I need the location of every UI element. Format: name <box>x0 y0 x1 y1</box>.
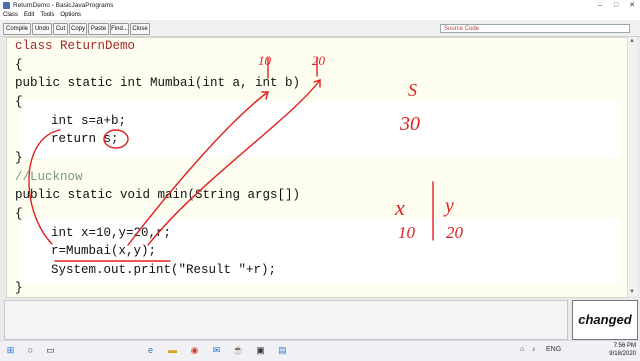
edge-icon[interactable]: e <box>144 344 157 357</box>
close-window-button[interactable]: ✕ <box>624 0 640 11</box>
code-editor[interactable]: class ReturnDemo { public static int Mum… <box>6 37 628 298</box>
code-line-return: return s; <box>51 132 119 146</box>
close-button[interactable]: Close <box>130 23 150 35</box>
network-icon[interactable]: ⌂ <box>520 346 524 353</box>
code-comment: //Lucknow <box>15 170 83 184</box>
toolbar: Compile Undo Cut Copy Paste Find... Clos… <box>0 21 640 37</box>
code-line-print: System.out.print("Result "+r); <box>51 263 277 277</box>
maximize-button[interactable]: □ <box>608 0 624 11</box>
mail-icon[interactable]: ✉ <box>210 344 223 357</box>
copy-button[interactable]: Copy <box>69 23 87 35</box>
code-line-call: r=Mumbai(x,y); <box>51 244 157 258</box>
code-line-declare: int x=10,y=20,r; <box>51 226 172 240</box>
menu-tools[interactable]: Tools <box>40 11 54 20</box>
menu-bar: Class Edit Tools Options <box>0 11 640 20</box>
menu-edit[interactable]: Edit <box>24 11 34 20</box>
minimize-button[interactable]: – <box>592 0 608 11</box>
menu-class[interactable]: Class <box>3 11 18 20</box>
message-area <box>4 300 568 340</box>
method-body-mumbai <box>21 102 619 158</box>
search-icon[interactable]: ○ <box>24 344 37 357</box>
title-bar: ReturnDemo - BasicJavaPrograms – □ ✕ <box>0 0 640 11</box>
lang-indicator[interactable]: ENG <box>546 346 561 353</box>
undo-button[interactable]: Undo <box>32 23 52 35</box>
windows-icon[interactable]: ⊞ <box>4 344 17 357</box>
changed-indicator: changed <box>572 300 638 340</box>
clock-date: 9/18/2020 <box>609 351 636 357</box>
code-line-sum: int s=a+b; <box>51 114 127 128</box>
clock-time: 7:56 PM <box>613 343 636 349</box>
clock[interactable]: 7:56 PM 9/18/2020 <box>609 342 636 358</box>
taskbar: ⊞ ○ ▭ e ▬ ◉ ✉ ☕ ▣ ▤ ⌂ ♪ ENG 7:56 PM 9/18… <box>0 340 640 361</box>
java-icon[interactable]: ☕ <box>232 344 245 357</box>
paste-button[interactable]: Paste <box>88 23 109 35</box>
window-controls: – □ ✕ <box>592 0 640 11</box>
speaker-icon[interactable]: ♪ <box>532 346 536 353</box>
scroll-down-icon[interactable]: ▼ <box>629 289 635 295</box>
code-line-main-signature: public static void main(String args[]) <box>15 188 301 202</box>
window-title: ReturnDemo - BasicJavaPrograms <box>13 2 114 9</box>
terminal-icon[interactable]: ▣ <box>254 344 267 357</box>
file-explorer-icon[interactable]: ▬ <box>166 344 179 357</box>
app-icon <box>3 2 10 9</box>
view-select[interactable]: Source Code <box>440 24 630 33</box>
editor-scrollbar[interactable]: ▲ ▼ <box>627 37 637 296</box>
code-line-brace: { <box>15 207 23 221</box>
find-button[interactable]: Find... <box>110 23 129 35</box>
menu-options[interactable]: Options <box>60 11 81 20</box>
code-line-brace: { <box>15 58 23 72</box>
code-line-brace: } <box>15 151 23 165</box>
task-view-icon[interactable]: ▭ <box>44 344 57 357</box>
code-line-brace: } <box>15 281 23 295</box>
code-line-mumbai-signature: public static int Mumbai(int a, int b) <box>15 76 301 90</box>
notepad-icon[interactable]: ▤ <box>276 344 289 357</box>
scroll-up-icon[interactable]: ▲ <box>629 38 635 44</box>
chrome-icon[interactable]: ◉ <box>188 344 201 357</box>
code-line-brace: { <box>15 95 23 109</box>
cut-button[interactable]: Cut <box>53 23 68 35</box>
code-line-class: class ReturnDemo <box>15 39 136 53</box>
compile-button[interactable]: Compile <box>3 23 31 35</box>
